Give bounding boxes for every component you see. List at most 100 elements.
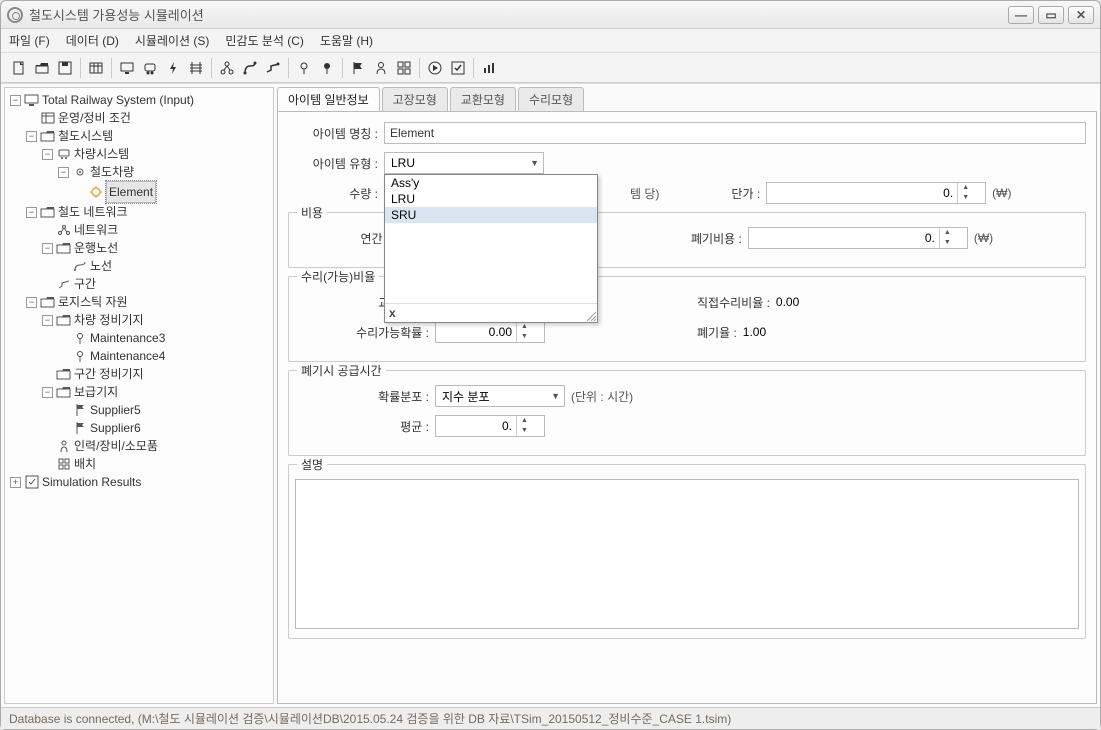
grid-icon — [40, 112, 55, 125]
price-spinner[interactable]: ▲▼ — [766, 182, 986, 204]
tree-element[interactable]: Element — [106, 181, 156, 203]
disposal-rate-value: 1.00 — [743, 325, 766, 339]
price-input[interactable] — [767, 183, 957, 203]
tree-vehsys[interactable]: 차량시스템 — [74, 145, 129, 163]
tree-toggle[interactable]: − — [26, 297, 37, 308]
tree-m3[interactable]: Maintenance3 — [90, 329, 165, 347]
tree-s5[interactable]: Supplier5 — [90, 401, 141, 419]
play-icon[interactable] — [425, 58, 445, 78]
down-icon[interactable]: ▼ — [940, 238, 955, 248]
disposal-cost-spinner[interactable]: ▲▼ — [748, 227, 968, 249]
check-icon[interactable] — [448, 58, 468, 78]
disposal-rate-label: 폐기율 : — [697, 324, 737, 341]
route-icon[interactable] — [240, 58, 260, 78]
dropdown-option-lru[interactable]: LRU — [385, 191, 597, 207]
item-type-value: LRU — [391, 156, 415, 170]
tree-toggle[interactable]: − — [26, 131, 37, 142]
folder-icon — [40, 296, 55, 309]
tree-railnet[interactable]: 철도 네트워크 — [58, 203, 128, 221]
network-icon[interactable] — [217, 58, 237, 78]
distribution-unit: (단위 : 시간) — [571, 388, 633, 405]
tree-toggle[interactable]: + — [10, 477, 21, 488]
tree-toggle[interactable]: − — [42, 315, 53, 326]
minimize-button[interactable]: — — [1008, 6, 1034, 24]
distribution-label: 확률분포 : — [299, 388, 429, 405]
description-textarea[interactable] — [295, 479, 1079, 629]
resize-handle-icon[interactable] — [585, 310, 597, 322]
tree-opcond[interactable]: 운영/정비 조건 — [58, 109, 131, 127]
base2-icon[interactable] — [317, 58, 337, 78]
folder-icon — [56, 386, 71, 399]
tree-root[interactable]: Total Railway System (Input) — [42, 91, 194, 109]
train-icon[interactable] — [140, 58, 160, 78]
down-icon[interactable]: ▼ — [517, 332, 532, 342]
tree-s6[interactable]: Supplier6 — [90, 419, 141, 437]
folder-icon — [56, 314, 71, 327]
open-icon[interactable] — [32, 58, 52, 78]
base1-icon[interactable] — [294, 58, 314, 78]
tree-logistic[interactable]: 로지스틱 자원 — [58, 293, 128, 311]
tree-network[interactable]: 네트워크 — [74, 221, 118, 239]
menu-simulation[interactable]: 시뮬레이션 (S) — [135, 32, 210, 49]
down-icon[interactable]: ▼ — [517, 426, 532, 436]
tree-toggle[interactable]: − — [42, 387, 53, 398]
tree-toggle[interactable]: − — [26, 207, 37, 218]
tree-route[interactable]: 노선 — [90, 257, 112, 275]
tree-railcar[interactable]: 철도차량 — [90, 163, 134, 181]
dropdown-close[interactable]: x — [385, 303, 597, 322]
chart-icon[interactable] — [479, 58, 499, 78]
grid-icon[interactable] — [86, 58, 106, 78]
tree-toggle[interactable]: − — [42, 243, 53, 254]
item-type-select[interactable]: LRU ▼ — [384, 152, 544, 174]
lightning-icon[interactable] — [163, 58, 183, 78]
up-icon[interactable]: ▲ — [517, 322, 532, 332]
maximize-button[interactable]: ▭ — [1038, 6, 1064, 24]
tree-toggle[interactable]: − — [42, 149, 53, 160]
dropdown-option-sru[interactable]: SRU — [385, 207, 597, 223]
up-icon[interactable]: ▲ — [940, 228, 955, 238]
dropdown-option-assy[interactable]: Ass'y — [385, 175, 597, 191]
flag-icon[interactable] — [348, 58, 368, 78]
tree-toggle[interactable]: − — [58, 167, 69, 178]
tab-repair[interactable]: 수리모형 — [518, 87, 584, 111]
element-icon — [88, 186, 103, 199]
disposal-cost-input[interactable] — [749, 228, 939, 248]
tree-supbase[interactable]: 보급기지 — [74, 383, 118, 401]
close-button[interactable]: ✕ — [1068, 6, 1094, 24]
up-icon[interactable]: ▲ — [517, 416, 532, 426]
mean-input[interactable] — [436, 416, 516, 436]
item-name-input[interactable] — [384, 122, 1086, 144]
folder-icon — [56, 242, 71, 255]
tree-toggle[interactable]: − — [10, 95, 21, 106]
tree-simres[interactable]: Simulation Results — [42, 473, 141, 491]
tree-oproute[interactable]: 운행노선 — [74, 239, 118, 257]
tree-layout[interactable]: 배치 — [74, 455, 96, 473]
up-icon[interactable]: ▲ — [958, 183, 973, 193]
repair-prob-input[interactable] — [436, 322, 516, 342]
segment-icon[interactable] — [263, 58, 283, 78]
distribution-select[interactable]: 지수 분포 ▼ — [435, 385, 565, 407]
tree-segment[interactable]: 구간 — [74, 275, 96, 293]
tab-replace[interactable]: 교환모형 — [450, 87, 516, 111]
tracks-icon[interactable] — [186, 58, 206, 78]
monitor-icon[interactable] — [117, 58, 137, 78]
tab-general[interactable]: 아이템 일반정보 — [277, 87, 380, 111]
menu-data[interactable]: 데이터 (D) — [66, 32, 119, 49]
mean-label: 평균 : — [299, 418, 429, 435]
tree-personnel[interactable]: 인력/장비/소모품 — [74, 437, 158, 455]
menu-sensitivity[interactable]: 민감도 분석 (C) — [225, 32, 304, 49]
tab-failure[interactable]: 고장모형 — [382, 87, 448, 111]
repair-prob-spinner[interactable]: ▲▼ — [435, 321, 545, 343]
tree-vehbase[interactable]: 차량 정비기지 — [74, 311, 144, 329]
layout-icon[interactable] — [394, 58, 414, 78]
tree-m4[interactable]: Maintenance4 — [90, 347, 165, 365]
down-icon[interactable]: ▼ — [958, 193, 973, 203]
tree-segbase[interactable]: 구간 정비기지 — [74, 365, 144, 383]
save-icon[interactable] — [55, 58, 75, 78]
menu-help[interactable]: 도움말 (H) — [320, 32, 373, 49]
person-icon[interactable] — [371, 58, 391, 78]
menu-file[interactable]: 파일 (F) — [9, 32, 50, 49]
mean-spinner[interactable]: ▲▼ — [435, 415, 545, 437]
tree-railsys[interactable]: 철도시스템 — [58, 127, 113, 145]
new-icon[interactable] — [9, 58, 29, 78]
